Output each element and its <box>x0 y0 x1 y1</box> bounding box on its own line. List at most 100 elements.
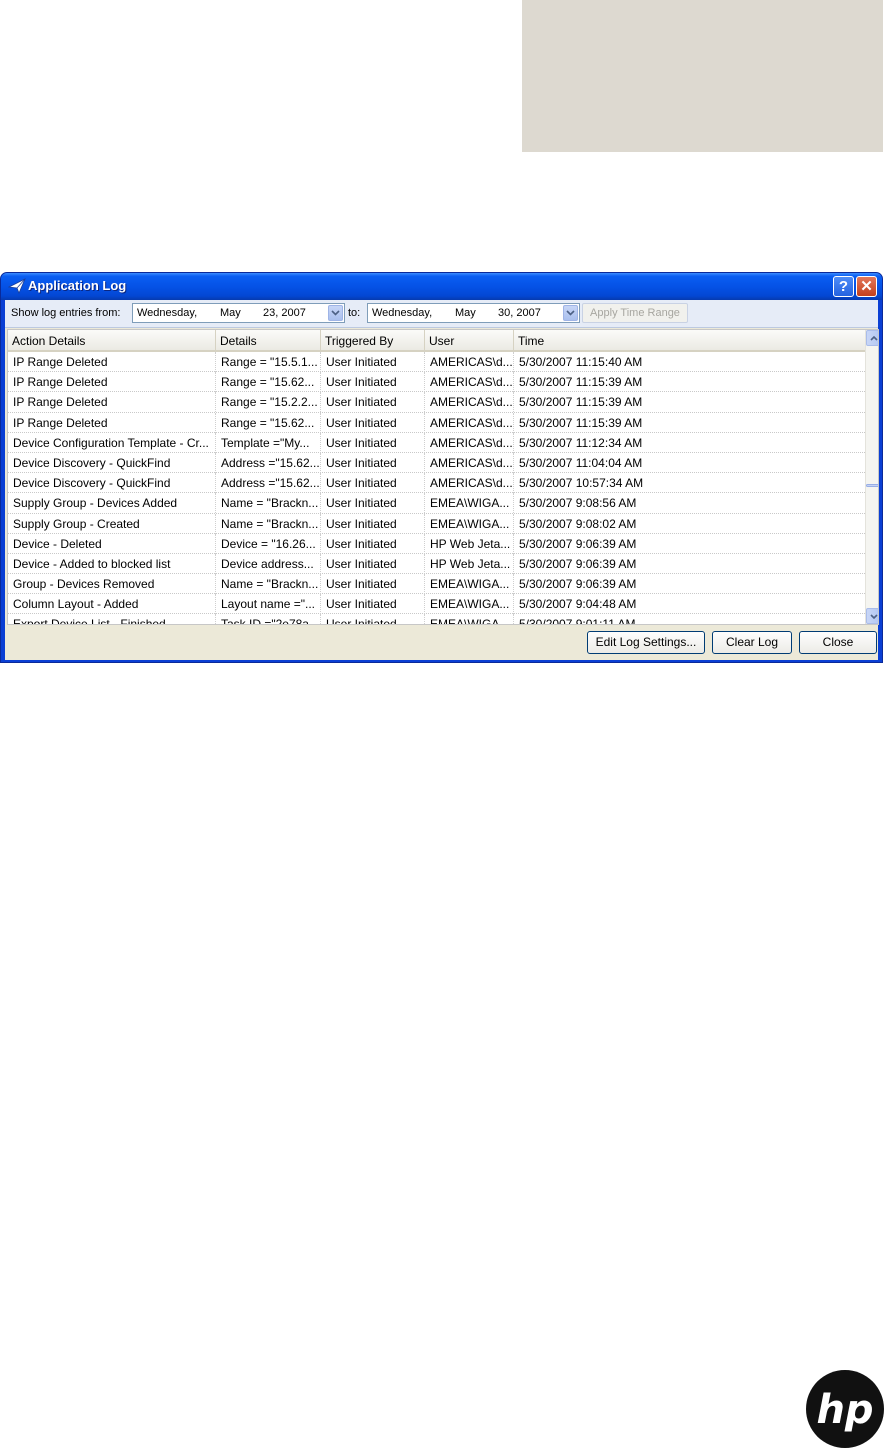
to-date-dropdown-button[interactable] <box>563 305 578 321</box>
column-header-user[interactable]: User <box>425 330 514 350</box>
details-cell: Name = "Brackn... <box>216 574 321 595</box>
table-row[interactable]: IP Range Deleted Range = "15.2.2... User I… <box>8 392 865 413</box>
column-header-details[interactable]: Details <box>216 330 321 350</box>
chevron-down-icon <box>331 310 340 316</box>
column-header-action-details[interactable]: Action Details <box>8 330 216 350</box>
user-cell: EMEA\WIGA... <box>425 574 514 595</box>
table-row[interactable]: Device Discovery - QuickFind Address ="15… <box>8 452 865 474</box>
chevron-down-icon <box>566 310 575 316</box>
time-cell: 5/30/2007 11:15:39 AM <box>519 415 643 430</box>
time-cell: 5/30/2007 9:06:39 AM <box>519 556 637 571</box>
from-day-year: 23, 2007 <box>263 307 306 319</box>
application-log-window: Application Log ? ✕ Show log entries fro… <box>0 272 883 663</box>
time-cell: 5/30/2007 9:08:02 AM <box>519 516 637 531</box>
apply-time-range-button[interactable]: Apply Time Range <box>582 303 688 323</box>
time-cell: 5/30/2007 11:15:40 AM <box>519 355 643 369</box>
time-cell: 5/30/2007 9:06:39 AM <box>519 577 637 592</box>
chevron-down-icon <box>870 614 878 619</box>
vertical-scrollbar[interactable] <box>865 330 878 624</box>
user-cell: AMERICAS\d... <box>425 352 514 372</box>
table-row[interactable]: Export Device List - Finished Task ID ="2… <box>8 614 865 624</box>
user-cell: EMEA\WIGA... <box>425 614 514 624</box>
user-cell: HP Web Jeta... <box>425 533 514 554</box>
from-date-picker[interactable]: Wednesday, May 23, 2007 <box>132 303 345 323</box>
details-cell: Address ="15.62... <box>216 452 321 473</box>
action-details-cell: IP Range Deleted <box>8 412 216 433</box>
table-row[interactable]: Device Configuration Template - Cr... Tem… <box>8 432 865 453</box>
user-cell: EMEA\WIGA... <box>425 513 514 534</box>
time-cell: 5/30/2007 9:04:48 AM <box>519 597 637 612</box>
table-row[interactable]: Supply Group - Devices Added Name = "Brac… <box>8 493 865 514</box>
user-cell: EMEA\WIGA... <box>425 493 514 514</box>
time-cell: 5/30/2007 11:12:34 AM <box>519 435 643 450</box>
help-button[interactable]: ? <box>833 276 854 297</box>
triggered-by-cell: User Initiated <box>321 614 425 624</box>
user-cell: AMERICAS\d... <box>425 452 514 473</box>
action-details-cell: Export Device List - Finished <box>8 614 216 624</box>
decorative-beige-block <box>522 0 883 152</box>
table-row[interactable]: IP Range Deleted Range = "15.5.1... User I… <box>8 352 865 373</box>
edit-log-settings-button[interactable]: Edit Log Settings... <box>587 631 705 654</box>
triggered-by-cell: User Initiated <box>321 432 425 453</box>
table-row[interactable]: Device Discovery - QuickFind Address ="15… <box>8 473 865 494</box>
details-cell: Template ="My... <box>216 432 321 453</box>
scroll-down-button[interactable] <box>866 608 878 624</box>
table-row[interactable]: IP Range Deleted Range = "15.62... User In… <box>8 372 865 393</box>
scroll-up-button[interactable] <box>866 330 878 346</box>
action-details-cell: Device Configuration Template - Cr... <box>8 432 216 453</box>
from-month: May <box>220 307 241 319</box>
log-table: Action Details Details Triggered By User… <box>7 329 879 625</box>
triggered-by-cell: User Initiated <box>321 452 425 473</box>
action-details-cell: IP Range Deleted <box>8 392 216 413</box>
close-button[interactable]: Close <box>799 631 877 654</box>
details-cell: Range = "15.2.2... <box>216 392 321 413</box>
window-title: Application Log <box>28 278 127 293</box>
triggered-by-cell: User Initiated <box>321 513 425 534</box>
to-month: May <box>455 307 476 319</box>
action-details-cell: Device Discovery - QuickFind <box>8 452 216 473</box>
from-date-dropdown-button[interactable] <box>328 305 343 321</box>
time-cell: 5/30/2007 11:04:04 AM <box>519 455 643 470</box>
table-row[interactable]: Column Layout - Added Layout name ="... Us… <box>8 594 865 615</box>
triggered-by-cell: User Initiated <box>321 553 425 574</box>
close-window-button[interactable]: ✕ <box>856 276 877 297</box>
table-row[interactable]: Supply Group - Created Name = "Brackn... U… <box>8 513 865 534</box>
to-date-picker[interactable]: Wednesday, May 30, 2007 <box>367 303 580 323</box>
table-row[interactable]: Device - Added to blocked list Device add… <box>8 553 865 575</box>
time-cell: 5/30/2007 11:15:39 AM <box>519 375 643 390</box>
details-cell: Address ="15.62... <box>216 473 321 494</box>
table-body: IP Range Deleted Range = "15.5.1... User I… <box>8 352 865 624</box>
table-row[interactable]: IP Range Deleted Range = "15.62... User In… <box>8 412 865 433</box>
table-row[interactable]: Group - Devices Removed Name = "Brackn...… <box>8 574 865 595</box>
details-cell: Layout name ="... <box>216 594 321 615</box>
action-details-cell: Column Layout - Added <box>8 594 216 615</box>
details-cell: Range = "15.62... <box>216 372 321 393</box>
details-cell: Device address... <box>216 553 321 574</box>
column-header-time[interactable]: Time <box>514 330 865 350</box>
action-details-cell: Supply Group - Created <box>8 513 216 534</box>
triggered-by-cell: User Initiated <box>321 412 425 433</box>
action-details-cell: IP Range Deleted <box>8 352 216 372</box>
chevron-up-icon <box>870 336 878 341</box>
action-details-cell: Device Discovery - QuickFind <box>8 473 216 494</box>
triggered-by-cell: User Initiated <box>321 493 425 514</box>
action-details-cell: Device - Deleted <box>8 533 216 554</box>
action-details-cell: IP Range Deleted <box>8 372 216 393</box>
user-cell: AMERICAS\d... <box>425 392 514 413</box>
from-weekday: Wednesday, <box>137 307 198 319</box>
action-details-cell: Supply Group - Devices Added <box>8 493 216 514</box>
to-label: to: <box>348 307 361 319</box>
action-details-cell: Device - Added to blocked list <box>8 553 216 574</box>
time-cell: 5/30/2007 9:06:39 AM <box>519 536 637 551</box>
title-bar[interactable]: Application Log ? ✕ <box>1 273 882 300</box>
column-header-triggered-by[interactable]: Triggered By <box>321 330 425 350</box>
scrollbar-thumb[interactable] <box>866 484 878 487</box>
triggered-by-cell: User Initiated <box>321 473 425 494</box>
clear-log-button[interactable]: Clear Log <box>712 631 792 654</box>
user-cell: HP Web Jeta... <box>425 553 514 574</box>
table-row[interactable]: Device - Deleted Device = "16.26... User I… <box>8 533 865 554</box>
triggered-by-cell: User Initiated <box>321 594 425 615</box>
to-weekday: Wednesday, <box>372 307 433 319</box>
user-cell: AMERICAS\d... <box>425 372 514 393</box>
user-cell: AMERICAS\d... <box>425 412 514 433</box>
